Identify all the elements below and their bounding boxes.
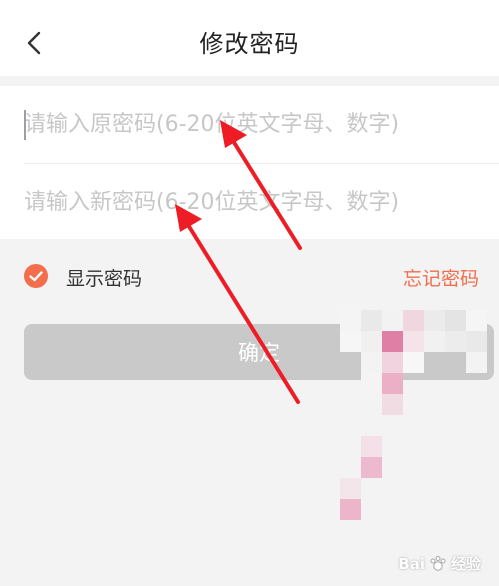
watermark-text-left: Bai <box>398 554 425 573</box>
show-password-checkbox[interactable] <box>24 264 48 288</box>
paw-logo-icon <box>430 555 446 571</box>
new-password-input[interactable] <box>24 164 494 240</box>
text-cursor <box>24 110 26 140</box>
old-password-field[interactable] <box>24 86 499 162</box>
new-password-field[interactable] <box>24 164 499 240</box>
header-bar: 修改密码 <box>0 0 499 76</box>
pixelated-overlay <box>340 310 499 530</box>
show-password-label[interactable]: 显示密码 <box>66 264 142 291</box>
baidu-jingyan-watermark: Bai 经验 <box>398 553 481 574</box>
forgot-password-link[interactable]: 忘记密码 <box>403 264 479 291</box>
page-title: 修改密码 <box>199 30 300 58</box>
checkmark-icon <box>29 271 43 282</box>
old-password-input[interactable] <box>24 86 494 162</box>
password-form <box>0 86 499 240</box>
watermark-text-right: 经验 <box>450 555 481 573</box>
password-options-row: 显示密码 忘记密码 <box>0 250 499 300</box>
